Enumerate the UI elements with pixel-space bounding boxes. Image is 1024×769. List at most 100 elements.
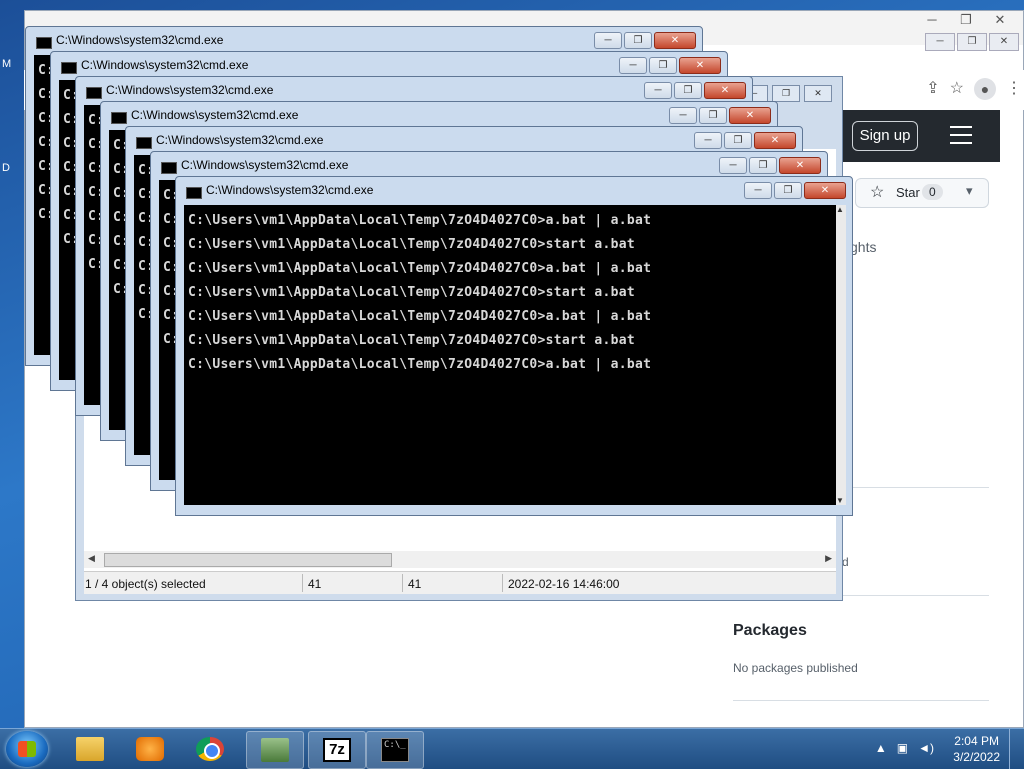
scroll-left-icon[interactable]: ◀ [88,553,95,564]
status-packed-size: 41 [408,577,422,591]
share-icon[interactable]: ⇪ [926,78,939,100]
taskbar: 7z C:\_ ▲ ▣ ◄) 2:04 PM 3/2/2022 [0,728,1024,769]
scroll-down-icon[interactable]: ▼ [836,496,844,505]
cmd-window-controls: ─ ❐ ✕ [719,157,821,174]
taskbar-media-player[interactable] [122,731,178,767]
network-icon[interactable]: ▣ [897,741,908,755]
taskbar-network-tool[interactable] [246,731,304,769]
hamburger-menu-icon[interactable] [950,126,972,144]
chevron-down-icon[interactable]: ▾ [966,183,973,199]
vertical-scrollbar[interactable]: ▲▼ [836,205,846,505]
taskbar-chrome[interactable] [182,731,238,767]
star-button[interactable]: ☆ Star 0 ▾ [855,178,989,208]
maximize-button[interactable]: ❐ [624,32,652,49]
cmd-window-title: C:\Windows\system32\cmd.exe [131,108,299,122]
minimize-button[interactable]: ─ [719,157,747,174]
console-output[interactable]: C:\Users\vm1\AppData\Local\Temp\7zO4D402… [184,205,836,505]
divider [402,574,403,592]
cmd-icon [186,187,202,199]
close-button[interactable]: ✕ [729,107,771,124]
cmd-window-controls: ─ ❐ ✕ [694,132,796,149]
menu-kebab-icon[interactable]: ⋮ [1006,78,1022,100]
cmd-icon [161,162,177,174]
maximize-button[interactable]: ❐ [724,132,752,149]
close-button[interactable]: ✕ [804,182,846,199]
show-hidden-icons-icon[interactable]: ▲ [875,741,887,755]
minimize-button[interactable]: ─ [619,57,647,74]
scrollbar-thumb[interactable] [104,553,392,567]
cmd-icon [111,112,127,124]
cmd-window-controls: ─ ❐ ✕ [594,32,696,49]
maximize-button[interactable]: ❐ [674,82,702,99]
minimize-button[interactable]: ─ [669,107,697,124]
close-button[interactable]: ✕ [804,85,832,102]
start-button[interactable] [6,731,48,767]
cmd-icon: C:\_ [381,738,409,762]
close-button[interactable]: ✕ [679,57,721,74]
bookmark-star-icon[interactable]: ☆ [950,78,964,100]
close-button[interactable]: ✕ [983,11,1017,29]
taskbar-7zip[interactable]: 7z [308,731,366,769]
chrome-icon [196,737,224,761]
cmd-window-title: C:\Windows\system32\cmd.exe [106,83,274,97]
network-tool-icon [261,738,289,762]
minimize-button[interactable]: ─ [694,132,722,149]
maximize-button[interactable]: ❐ [649,57,677,74]
console-line: C:\Users\vm1\AppData\Local\Temp\7zO4D402… [188,357,652,372]
minimize-button[interactable]: ─ [925,33,955,51]
console-line: C:\Users\vm1\AppData\Local\Temp\7zO4D402… [188,237,635,252]
chrome-window-controls: ─ ❐ ✕ [915,11,1017,29]
clock-time: 2:04 PM [954,734,999,748]
maximize-button[interactable]: ❐ [774,182,802,199]
scroll-up-icon[interactable]: ▲ [836,205,844,214]
maximize-button[interactable]: ❐ [699,107,727,124]
cmd-icon [61,62,77,74]
horizontal-scrollbar[interactable]: ◀ ▶ [84,551,836,568]
minimize-button[interactable]: ─ [744,182,772,199]
close-button[interactable]: ✕ [704,82,746,99]
scroll-right-icon[interactable]: ▶ [825,553,832,564]
minimize-button[interactable]: ─ [915,11,949,29]
windows-logo-icon [18,741,36,757]
explorer-icon [76,737,104,761]
taskbar-cmd[interactable]: C:\_ [366,731,424,769]
divider [302,574,303,592]
cmd-window[interactable]: C:\Windows\system32\cmd.exe ─❐✕ C:\Users\v… [175,176,853,516]
volume-icon[interactable]: ◄) [918,741,934,755]
minimize-button[interactable]: ─ [594,32,622,49]
tab-insights[interactable]: ghts [850,239,876,255]
maximize-button[interactable]: ❐ [749,157,777,174]
cmd-window-controls: ─ ❐ ✕ [644,82,746,99]
cmd-window-controls: ─ ❐ ✕ [669,107,771,124]
star-count: 0 [922,184,943,200]
desktop-icon-label[interactable]: D [2,162,10,174]
cmd-icon [136,137,152,149]
taskbar-explorer[interactable] [62,731,118,767]
clock[interactable]: 2:04 PM 3/2/2022 [953,733,1000,765]
maximize-button[interactable]: ❐ [949,11,983,29]
close-button[interactable]: ✕ [989,33,1019,51]
maximize-button[interactable]: ❐ [772,85,800,102]
text-fragment: d [842,555,849,569]
show-desktop-button[interactable] [1009,729,1024,769]
chrome-window-controls-2: ─ ❐ ✕ [923,33,1019,51]
close-button[interactable]: ✕ [779,157,821,174]
media-player-icon [136,737,164,761]
console-line: C:\Users\vm1\AppData\Local\Temp\7zO4D402… [188,309,652,324]
system-tray: ▲ ▣ ◄) [875,741,934,755]
browser-toolbar-icons: ⇪ ☆ ● ⋮ [926,78,1022,100]
status-bar: 1 / 4 object(s) selected 41 41 2022-02-1… [84,571,836,594]
cmd-window-title: C:\Windows\system32\cmd.exe [156,133,324,147]
clock-date: 3/2/2022 [953,750,1000,764]
archive-window-controls: ─ ❐ ✕ [740,85,832,102]
minimize-button[interactable]: ─ [644,82,672,99]
maximize-button[interactable]: ❐ [957,33,987,51]
profile-icon[interactable]: ● [974,78,996,100]
star-icon: ☆ [870,184,885,201]
desktop-icon-label[interactable]: M [2,58,11,70]
close-button[interactable]: ✕ [654,32,696,49]
divider [502,574,503,592]
close-button[interactable]: ✕ [754,132,796,149]
status-selected: 1 / 4 object(s) selected [85,577,206,591]
sign-up-button[interactable]: Sign up [852,121,918,151]
